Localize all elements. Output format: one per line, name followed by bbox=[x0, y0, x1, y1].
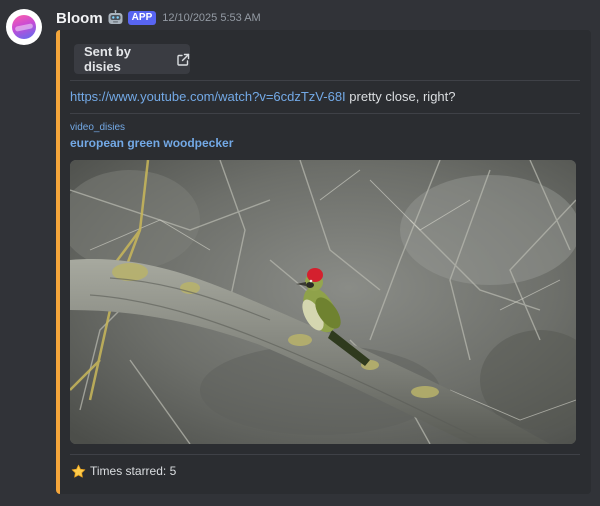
sent-by-button[interactable]: Sent by disies bbox=[74, 44, 190, 74]
content-text: pretty close, right? bbox=[345, 89, 456, 104]
youtube-link[interactable]: https://www.youtube.com/watch?v=6cdzTzV-… bbox=[70, 89, 346, 104]
embed-footer: Times starred: 5 bbox=[71, 462, 176, 480]
embed-divider bbox=[70, 80, 580, 81]
woodpecker-image bbox=[70, 160, 576, 444]
external-link-icon bbox=[176, 52, 190, 66]
message-embed: Sent by disies https://www.youtube.com/w… bbox=[56, 30, 591, 494]
bloom-avatar-image bbox=[12, 15, 36, 39]
embed-content: https://www.youtube.com/watch?v=6cdzTzV-… bbox=[70, 89, 456, 104]
video-provider[interactable]: video_disies bbox=[70, 122, 125, 133]
sent-by-label: Sent by disies bbox=[84, 44, 131, 74]
video-thumbnail[interactable] bbox=[70, 160, 576, 444]
app-badge: APP bbox=[127, 11, 157, 25]
message-header: Bloom APP 12/10/2025 5:53 AM bbox=[56, 9, 261, 27]
star-icon bbox=[71, 464, 86, 479]
robot-face-icon bbox=[107, 10, 124, 26]
times-starred-text: Times starred: 5 bbox=[90, 464, 177, 478]
embed-divider bbox=[70, 454, 580, 455]
author-name[interactable]: Bloom bbox=[56, 10, 103, 27]
avatar[interactable] bbox=[6, 9, 42, 45]
video-title[interactable]: european green woodpecker bbox=[70, 136, 233, 150]
embed-divider bbox=[70, 113, 580, 114]
message-timestamp: 12/10/2025 5:53 AM bbox=[162, 12, 261, 24]
